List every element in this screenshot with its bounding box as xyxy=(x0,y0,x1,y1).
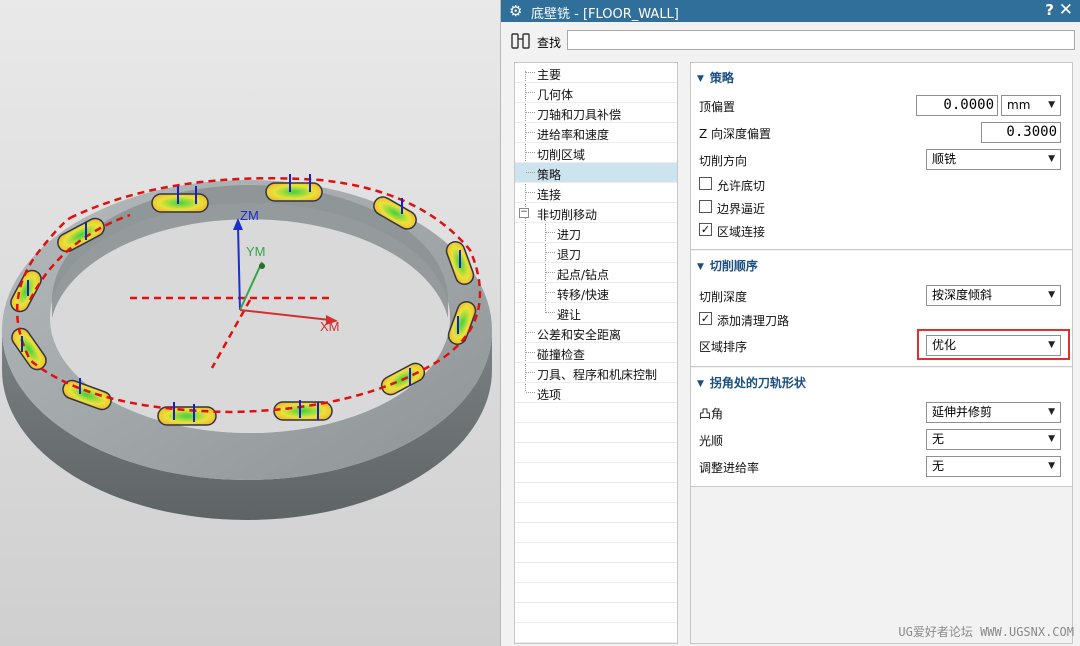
tree-item-tolerances[interactable]: 公差和安全距离 xyxy=(515,323,677,343)
chevron-down-icon: ▼ xyxy=(1048,434,1055,444)
tree-item-avoidance[interactable]: 避让 xyxy=(515,303,677,323)
boundary-approach-checkbox[interactable] xyxy=(699,200,712,213)
top-offset-input[interactable]: 0.0000 xyxy=(916,95,998,116)
tree-item-connections[interactable]: 连接 xyxy=(515,183,677,203)
dialog-title: 底壁铣 - [FLOOR_WALL] xyxy=(531,7,679,22)
z-depth-offset-input[interactable]: 0.3000 xyxy=(981,122,1061,143)
tree-item-feeds-speeds[interactable]: 进给率和速度 xyxy=(515,123,677,143)
tree-item-non-cutting-moves[interactable]: − 非切削移动 xyxy=(515,203,677,223)
chevron-down-icon: ▼ xyxy=(1048,461,1055,471)
find-bar: 查找 xyxy=(501,26,1080,56)
tree-item-transfer-rapid[interactable]: 转移/快速 xyxy=(515,283,677,303)
top-offset-label: 顶偏置 xyxy=(699,100,736,114)
tree-item-start-drill-points[interactable]: 起点/钻点 xyxy=(515,263,677,283)
convex-corner-label: 凸角 xyxy=(699,407,724,421)
binoculars-icon xyxy=(511,33,530,49)
cut-depth-label: 切削深度 xyxy=(699,290,748,304)
property-pane: ▼ 策略 顶偏置 0.0000 mm ▼ Z 向深度偏置 0.3000 切削方向 顺… xyxy=(690,62,1073,644)
cut-direction-label: 切削方向 xyxy=(699,154,748,168)
axis-label-xm: XM xyxy=(320,319,340,334)
convex-corner-select[interactable]: 延伸并修剪 ▼ xyxy=(926,402,1061,423)
allow-undercut-checkbox[interactable] xyxy=(699,177,712,190)
tree-item-strategy[interactable]: 策略 xyxy=(515,163,677,183)
floor-wall-dialog: ⚙ 底壁铣 - [FLOOR_WALL] ? ✕ 查找 主要 几何体 刀轴和刀具… xyxy=(500,0,1080,646)
adjust-feed-label: 调整进给率 xyxy=(699,461,760,475)
help-button[interactable]: ? xyxy=(1045,1,1054,19)
gear-icon: ⚙ xyxy=(509,2,523,20)
boundary-approach-label: 边界逼近 xyxy=(717,202,766,216)
close-button[interactable]: ✕ xyxy=(1059,0,1073,20)
z-depth-offset-label: Z 向深度偏置 xyxy=(699,127,772,141)
part-model: ZM YM XM xyxy=(2,174,492,520)
region-connect-checkbox[interactable]: ✓ xyxy=(699,223,712,236)
smooth-select[interactable]: 无 ▼ xyxy=(926,429,1061,450)
cut-depth-select[interactable]: 按深度倾斜 ▼ xyxy=(926,285,1061,306)
adjust-feed-select[interactable]: 无 ▼ xyxy=(926,456,1061,477)
axis-label-ym: YM xyxy=(246,244,266,259)
top-offset-unit-select[interactable]: mm ▼ xyxy=(1001,95,1061,116)
collapse-triangle-icon: ▼ xyxy=(697,74,704,84)
chevron-down-icon: ▼ xyxy=(1048,154,1055,164)
tree-item-geometry[interactable]: 几何体 xyxy=(515,83,677,103)
tree-item-tool-axis[interactable]: 刀轴和刀具补偿 xyxy=(515,103,677,123)
chevron-down-icon: ▼ xyxy=(1048,407,1055,417)
chevron-down-icon: ▼ xyxy=(1048,290,1055,300)
group-corner: ▼ 拐角处的刀轨形状 凸角 延伸并修剪 ▼ 光顺 无 ▼ 调整进给率 无 ▼ xyxy=(691,368,1072,487)
navigation-tree: 主要 几何体 刀轴和刀具补偿 进给率和速度 切削区域 策略 连接 − 非切削移动 … xyxy=(514,62,678,644)
add-cleanup-checkbox[interactable]: ✓ xyxy=(699,312,712,325)
axis-label-zm: ZM xyxy=(240,208,259,223)
allow-undercut-label: 允许底切 xyxy=(717,179,766,193)
collapse-toggle-icon[interactable]: − xyxy=(519,208,529,218)
tree-item-main[interactable]: 主要 xyxy=(515,63,677,83)
group-strategy-header[interactable]: ▼ 策略 xyxy=(697,69,734,86)
dialog-titlebar[interactable]: ⚙ 底壁铣 - [FLOOR_WALL] ? ✕ xyxy=(501,0,1080,22)
group-cut-order: ▼ 切削顺序 切削深度 按深度倾斜 ▼ ✓ 添加清理刀路 区域排序 优化 ▼ xyxy=(691,251,1072,367)
graphics-viewport[interactable]: ZM YM XM xyxy=(0,0,500,646)
tree-item-collision-check[interactable]: 碰撞检查 xyxy=(515,343,677,363)
group-strategy: ▼ 策略 顶偏置 0.0000 mm ▼ Z 向深度偏置 0.3000 切削方向 顺… xyxy=(691,63,1072,250)
cut-direction-select[interactable]: 顺铣 ▼ xyxy=(926,149,1061,170)
find-input[interactable] xyxy=(567,30,1075,50)
group-cut-order-header[interactable]: ▼ 切削顺序 xyxy=(697,257,758,274)
group-corner-header[interactable]: ▼ 拐角处的刀轨形状 xyxy=(697,374,806,391)
watermark: UG爱好者论坛 WWW.UGSNX.COM xyxy=(898,625,1074,639)
highlight-box xyxy=(917,329,1070,360)
tree-item-tool-program-machine[interactable]: 刀具、程序和机床控制 xyxy=(515,363,677,383)
collapse-triangle-icon: ▼ xyxy=(697,379,704,389)
find-label: 查找 xyxy=(537,36,562,50)
smooth-label: 光顺 xyxy=(699,434,724,448)
tree-item-retract[interactable]: 退刀 xyxy=(515,243,677,263)
collapse-triangle-icon: ▼ xyxy=(697,262,704,272)
region-connect-label: 区域连接 xyxy=(717,225,766,239)
chevron-down-icon: ▼ xyxy=(1048,100,1055,110)
tree-item-options[interactable]: 选项 xyxy=(515,383,677,403)
tree-item-cut-area[interactable]: 切削区域 xyxy=(515,143,677,163)
region-order-label: 区域排序 xyxy=(699,340,748,354)
add-cleanup-label: 添加清理刀路 xyxy=(717,314,790,328)
tree-item-engage[interactable]: 进刀 xyxy=(515,223,677,243)
